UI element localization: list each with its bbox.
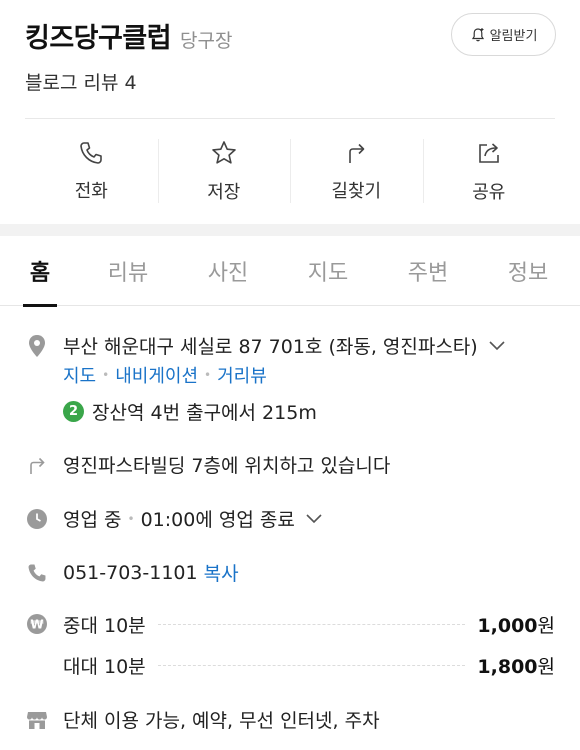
location-note-row: 영진파스타빌딩 7층에 위치하고 있습니다 — [25, 451, 390, 478]
save-button[interactable]: 저장 — [157, 119, 291, 224]
price-item: 중대 10분 1,000원 — [63, 612, 555, 637]
call-button[interactable]: 전화 — [25, 119, 158, 224]
chevron-down-icon — [489, 340, 505, 350]
price-icon-row: ₩ — [25, 612, 63, 636]
clock-icon — [25, 507, 49, 531]
share-label: 공유 — [472, 182, 506, 203]
directions-button[interactable]: 길찾기 — [290, 119, 423, 224]
location-pin-icon — [25, 334, 49, 358]
bell-plus-icon — [471, 27, 484, 41]
copy-button[interactable]: 복사 — [204, 559, 239, 586]
place-category: 당구장 — [180, 30, 233, 52]
tab-nearby[interactable]: 주변 — [403, 236, 453, 306]
price-name: 중대 10분 — [63, 614, 146, 637]
price-item: 대대 10분 1,800원 — [63, 653, 555, 678]
title-row: 킹즈당구클럽 당구장 — [25, 16, 233, 55]
separator-dot: • — [204, 368, 212, 382]
alarm-button[interactable]: 알림받기 — [451, 13, 556, 56]
streetview-link[interactable]: 거리뷰 — [217, 362, 267, 388]
action-bar: 전화 저장 길찾기 공유 — [25, 119, 555, 224]
tab-photo[interactable]: 사진 — [203, 236, 253, 306]
address-row[interactable]: 부산 해운대구 세실로 87 701호 (좌동, 영진파스타) — [25, 332, 506, 359]
share-button[interactable]: 공유 — [422, 119, 556, 224]
price-leader — [157, 623, 466, 625]
svg-text:₩: ₩ — [30, 618, 44, 632]
place-title: 킹즈당구클럽 — [25, 23, 172, 54]
blog-review-count[interactable]: 블로그 리뷰 4 — [25, 68, 137, 95]
won-icon: ₩ — [25, 612, 49, 636]
amenities-text: 단체 이용 가능, 예약, 무선 인터넷, 주차 — [63, 710, 380, 732]
alarm-label: 알림받기 — [489, 29, 538, 44]
tab-review[interactable]: 리뷰 — [103, 236, 153, 306]
hours-row[interactable]: 영업 중 • 01:00에 영업 종료 — [25, 505, 323, 532]
save-label: 저장 — [207, 182, 241, 203]
separator-dot: • — [127, 511, 135, 526]
map-links-row: 지도 • 내비게이션 • 거리뷰 — [63, 362, 267, 388]
address-text: 부산 해운대구 세실로 87 701호 (좌동, 영진파스타) — [63, 336, 478, 358]
price-leader — [157, 664, 466, 666]
price-value: 1,000원 — [477, 614, 555, 637]
subway-text: 장산역 4번 출구에서 215m — [92, 402, 317, 424]
amenities-row: 단체 이용 가능, 예약, 무선 인터넷, 주차 — [25, 706, 380, 733]
phone-icon — [25, 561, 49, 585]
map-link[interactable]: 지도 — [63, 362, 96, 388]
price-name: 대대 10분 — [63, 655, 146, 678]
directions-label: 길찾기 — [331, 181, 382, 202]
tab-info[interactable]: 정보 — [503, 236, 553, 306]
chevron-down-icon — [306, 513, 322, 523]
direction-turn-icon — [25, 453, 49, 477]
store-icon — [25, 708, 49, 732]
subway-line-badge: 2 — [63, 401, 84, 422]
tab-bar: 홈 리뷰 사진 지도 주변 정보 — [0, 236, 580, 307]
share-icon — [478, 143, 499, 163]
open-status: 영업 중 — [63, 509, 122, 531]
price-value: 1,800원 — [477, 655, 555, 678]
star-icon — [211, 141, 236, 164]
directions-icon — [349, 143, 365, 163]
separator-dot: • — [102, 368, 110, 382]
location-note: 영진파스타빌딩 7층에 위치하고 있습니다 — [63, 455, 391, 477]
section-gap — [0, 224, 580, 236]
hours-text: 01:00에 영업 종료 — [140, 509, 295, 531]
place-header: 킹즈당구클럽 당구장 알림받기 블로그 리뷰 4 전화 저장 길찾기 공유 — [0, 0, 580, 224]
tab-home[interactable]: 홈 — [18, 236, 62, 307]
subway-row: 2 장산역 4번 출구에서 215m — [63, 398, 317, 425]
call-label: 전화 — [74, 181, 108, 202]
phone-icon — [80, 142, 103, 164]
tab-map[interactable]: 지도 — [303, 236, 353, 306]
navigation-link[interactable]: 내비게이션 — [115, 362, 198, 388]
phone-row: 051-703-1101 복사 — [25, 559, 239, 586]
phone-number[interactable]: 051-703-1101 — [63, 562, 198, 584]
